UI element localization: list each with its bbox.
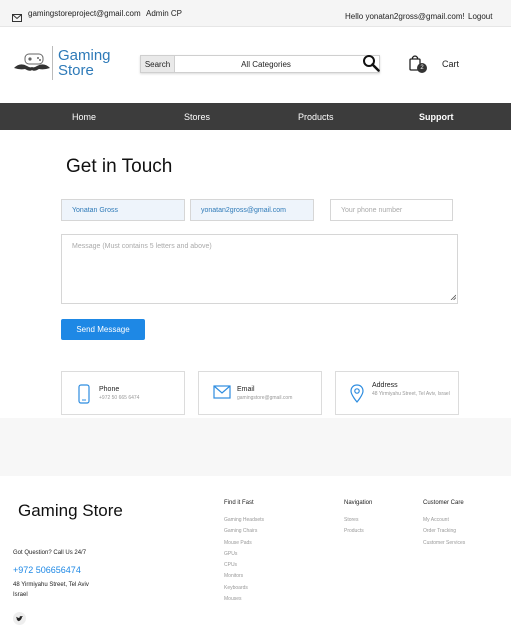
send-message-button[interactable]: Send Message: [61, 319, 145, 340]
name-field[interactable]: Yonatan Gross: [61, 199, 185, 221]
footer-link[interactable]: Gaming Chairs: [224, 528, 264, 539]
search-button[interactable]: Search: [141, 56, 175, 72]
message-placeholder: Message (Must contains 5 letters and abo…: [72, 243, 212, 250]
mail-icon: [213, 385, 231, 404]
footer-link[interactable]: Stores: [344, 517, 364, 528]
footer-link[interactable]: Monitors: [224, 573, 264, 584]
footer-link[interactable]: Gaming Headsets: [224, 517, 264, 528]
logo[interactable]: Gaming Store: [12, 46, 117, 80]
contact-card-phone: Phone +972 50 665 6474: [61, 371, 185, 415]
footer-link[interactable]: Mouses: [224, 596, 264, 607]
footer-navigation-list: Stores Products: [344, 517, 364, 540]
location-pin-icon: [350, 384, 364, 409]
contact-card-value: 48 Yirmiyahu Street, Tel Aviv, Israel: [372, 391, 450, 397]
footer-link[interactable]: GPUs: [224, 551, 264, 562]
contact-card-email: Email gamingstore@gmail.com: [198, 371, 322, 415]
phone-icon: [78, 384, 90, 409]
contact-card-address: Address 48 Yirmiyahu Street, Tel Aviv, I…: [335, 371, 459, 415]
contact-card-value: +972 50 665 6474: [99, 395, 140, 401]
footer-phone-link[interactable]: +972 506656474: [13, 565, 81, 575]
resize-handle-icon[interactable]: [450, 294, 457, 302]
admin-cp-link[interactable]: Admin CP: [146, 9, 182, 18]
footer-link[interactable]: My Account: [423, 517, 465, 528]
cart-count-badge: 2: [417, 63, 427, 73]
phone-field[interactable]: Your phone number: [330, 199, 453, 221]
main-nav: Home Stores Products Support: [0, 103, 511, 130]
footer-find-it-fast-list: Gaming Headsets Gaming Chairs Mouse Pads…: [224, 517, 264, 607]
cart-label: Cart: [442, 59, 460, 69]
page-title: Get in Touch: [66, 156, 173, 177]
search-bar: Search All Categories: [140, 55, 380, 73]
logo-text-line2: Store: [58, 62, 94, 79]
contact-card-title: Email: [237, 386, 255, 393]
footer-link[interactable]: CPUs: [224, 562, 264, 573]
footer-heading-navigation: Navigation: [344, 500, 373, 506]
gamepad-mustache-icon: [12, 48, 52, 83]
footer-link[interactable]: Mouse Pads: [224, 540, 264, 551]
nav-item-stores[interactable]: Stores: [184, 103, 210, 130]
contact-email-link[interactable]: gamingstoreproject@gmail.com: [28, 9, 141, 18]
footer-link[interactable]: Order Tracking: [423, 528, 465, 539]
logout-link[interactable]: Logout: [468, 12, 492, 21]
contact-card-value: gamingstore@gmail.com: [237, 395, 293, 401]
section-divider: [0, 418, 511, 476]
footer-link[interactable]: Keyboards: [224, 585, 264, 596]
contact-card-title: Phone: [99, 386, 120, 393]
footer-customer-care-list: My Account Order Tracking Customer Servi…: [423, 517, 465, 551]
search-icon[interactable]: [362, 54, 380, 77]
footer-link[interactable]: Customer Services: [423, 540, 465, 551]
email-field[interactable]: yonatan2gross@gmail.com: [190, 199, 314, 221]
footer-heading-customer-care: Customer Care: [423, 500, 464, 506]
footer-brand: Gaming Store: [18, 501, 123, 520]
mail-icon: [12, 9, 22, 27]
contact-card-title: Address: [372, 382, 398, 389]
nav-item-support[interactable]: Support: [419, 103, 454, 130]
footer-heading-find-it-fast: Find it Fast: [224, 500, 254, 506]
footer-question: Got Question? Call Us 24/7: [13, 550, 87, 556]
nav-item-products[interactable]: Products: [298, 103, 334, 130]
nav-item-home[interactable]: Home: [72, 103, 96, 130]
twitter-icon[interactable]: [13, 612, 26, 625]
top-bar: gamingstoreproject@gmail.com Admin CP He…: [0, 0, 511, 27]
cart-button[interactable]: 2 Cart: [408, 54, 463, 74]
user-greeting[interactable]: Hello yonatan2gross@gmail.com!: [345, 12, 465, 21]
footer-link[interactable]: Products: [344, 528, 364, 539]
category-select[interactable]: All Categories: [175, 56, 357, 72]
footer-address-line2: Israel: [13, 592, 28, 598]
message-textarea[interactable]: Message (Must contains 5 letters and abo…: [61, 234, 458, 304]
footer-address-line1: 48 Yirmiyahu Street, Tel Aviv: [13, 582, 89, 588]
